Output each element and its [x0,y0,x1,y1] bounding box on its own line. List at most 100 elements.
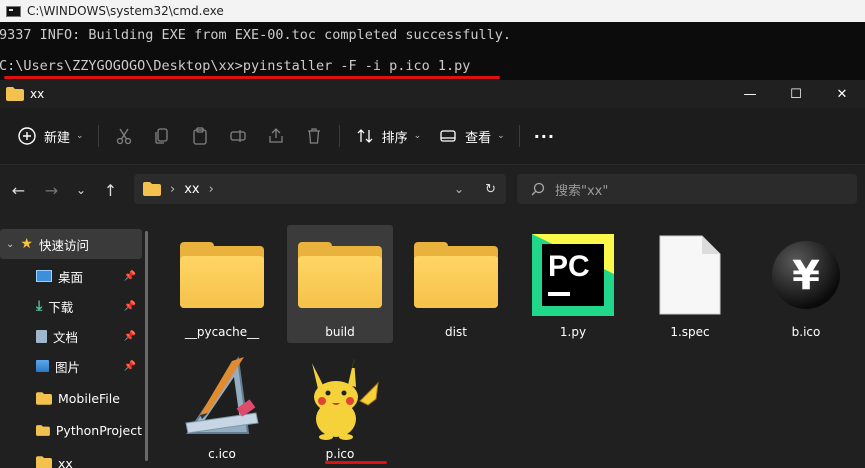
arrow-up-icon: ↑ [103,180,118,200]
breadcrumb-xx[interactable]: xx [184,182,199,197]
star-icon: ★ [20,236,33,252]
svg-text:PC: PC [548,250,590,283]
search-icon [531,182,545,196]
close-button[interactable]: ✕ [819,80,865,108]
address-dropdown-icon[interactable]: ⌄ [454,182,464,196]
refresh-icon[interactable]: ↻ [485,182,496,197]
sidebar-item-pythonproject[interactable]: PythonProject [0,415,142,445]
sidebar-item-label: xx [58,456,73,468]
close-icon: ✕ [836,86,848,102]
pikachu-icon [312,359,379,440]
pin-icon: 📌 [123,360,136,372]
toolbar-divider [97,125,99,147]
folder-icon [36,391,52,405]
file-name: 1.spec [670,325,710,339]
sidebar-item-label: 快速访问 [38,237,89,253]
new-label: 新建 [44,130,71,146]
folder-icon [143,182,161,196]
folder-icon [414,242,498,308]
forward-button[interactable]: → [35,174,68,206]
command-underline-annotation [4,76,500,79]
view-label: 查看 [465,130,492,146]
new-button[interactable]: 新建 ⌄ [8,120,92,152]
sidebar-item-mobilefile[interactable]: MobileFile [0,383,142,413]
rename-button[interactable] [219,120,257,152]
more-options-button[interactable]: ··· [526,120,563,152]
clipboard-icon [189,125,211,147]
up-button[interactable]: ↑ [94,174,127,206]
folder-icon [36,456,52,468]
file-name: 1.py [559,325,587,339]
p-ico-underline-annotation [325,461,387,464]
toolbar-divider [518,125,520,147]
rename-icon [227,125,249,147]
sidebar-item-documents[interactable]: 文档 📌 [0,321,142,351]
cmd-console[interactable]: 9337 INFO: Building EXE from EXE-00.toc … [0,22,865,80]
folder-icon [6,87,24,101]
svg-text:¥: ¥ [792,253,820,299]
arrow-left-icon: ← [11,180,26,200]
copy-button[interactable] [143,120,181,152]
file-name: b.ico [791,325,821,339]
minimize-button[interactable]: — [727,80,773,108]
recent-locations-button[interactable]: ⌄ [68,174,94,206]
sidebar-item-xx[interactable]: xx [0,447,142,468]
file-name: dist [445,325,467,339]
search-box[interactable]: 搜索"xx" [517,174,857,204]
file-item-pycache[interactable]: __pycache__ [169,225,275,343]
sort-button[interactable]: 排序 ⌄ [346,120,430,152]
file-item-build[interactable]: build [287,225,393,343]
sidebar-item-desktop[interactable]: 桌面 📌 [0,261,142,291]
chevron-down-icon: ⌄ [413,131,422,141]
file-item-1-spec[interactable]: 1.spec [637,225,743,343]
ruler-pencil-icon [185,356,259,434]
sort-label: 排序 [381,130,408,146]
chevron-down-icon: ⌄ [76,131,84,141]
file-item-c-ico[interactable]: c.ico [169,347,275,465]
cmd-command-line: C:\Users\ZZYGOGOGO\Desktop\xx>pyinstalle… [0,58,471,74]
delete-button[interactable] [295,120,333,152]
pycharm-icon: PC [532,234,614,316]
cmd-titlebar: C:\WINDOWS\system32\cmd.exe [0,0,865,22]
file-item-b-ico[interactable]: ¥ b.ico [753,225,859,343]
chevron-right-icon: › [208,181,214,197]
folder-icon [36,424,50,436]
blank-file-icon [659,235,721,315]
sidebar-item-downloads[interactable]: ⤓ 下载 📌 [0,291,142,321]
trash-icon [303,125,325,147]
search-placeholder: 搜索"xx" [555,183,609,199]
back-button[interactable]: ← [2,174,35,206]
sidebar-item-label: 图片 [55,359,81,375]
chevron-right-icon: › [170,181,176,197]
picture-icon [36,360,49,372]
scissors-icon [113,125,135,147]
share-icon [265,125,287,147]
navigation-bar: ← → ⌄ ↑ › xx › ⌄ ↻ 搜索"xx" [0,165,865,215]
paste-button[interactable] [181,120,219,152]
address-bar[interactable]: › xx › ⌄ ↻ [134,174,506,204]
sidebar-scrollbar[interactable] [145,231,148,461]
file-item-1-py[interactable]: PC 1.py [520,225,626,343]
view-button[interactable]: 查看 ⌄ [429,120,513,152]
sidebar-item-quick-access[interactable]: ⌄ ★ 快速访问 [0,229,142,259]
file-name: __pycache__ [184,325,260,339]
file-item-dist[interactable]: dist [403,225,509,343]
minimize-icon: — [743,86,757,102]
document-icon [36,329,47,343]
explorer-titlebar: xx — ☐ ✕ [0,80,865,108]
cmd-title: C:\WINDOWS\system32\cmd.exe [27,4,224,18]
share-button[interactable] [257,120,295,152]
file-explorer-window: xx — ☐ ✕ 新建 ⌄ 排序 ⌄ 查看 ⌄ ··· ← → ⌄ ↑ › xx… [0,80,865,468]
sidebar-item-label: 桌面 [58,269,84,285]
cmd-output-line: 9337 INFO: Building EXE from EXE-00.toc … [0,27,512,43]
sidebar-item-pictures[interactable]: 图片 📌 [0,351,142,381]
maximize-button[interactable]: ☐ [773,80,819,108]
file-name: p.ico [325,447,355,461]
sidebar-item-label: MobileFile [58,390,120,406]
copy-icon [151,125,173,147]
cut-button[interactable] [105,120,143,152]
file-item-p-ico[interactable]: p.ico [287,347,393,465]
navigation-pane: ⌄ ★ 快速访问 桌面 📌 ⤓ 下载 📌 文档 📌 图片 📌 MobileFil… [0,225,148,468]
maximize-icon: ☐ [790,86,802,102]
command-bar: 新建 ⌄ 排序 ⌄ 查看 ⌄ ··· [0,108,865,165]
